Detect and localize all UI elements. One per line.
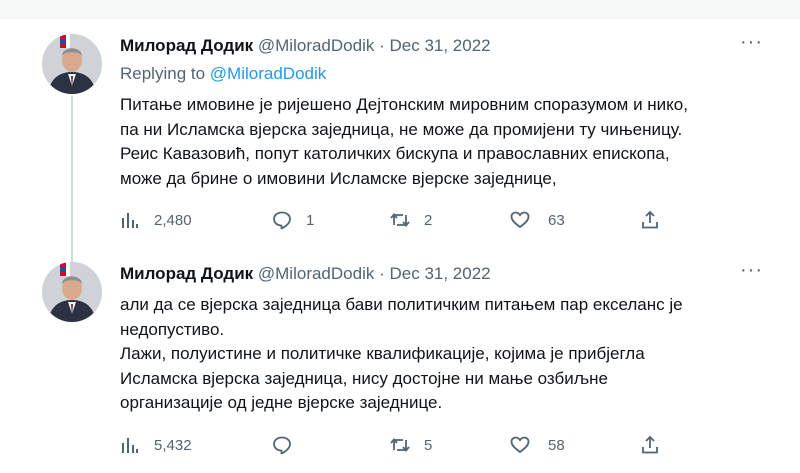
- retweet-count: 2: [424, 211, 433, 229]
- separator-dot: ·: [379, 264, 385, 283]
- share-button[interactable]: [640, 208, 660, 232]
- tweet[interactable]: Милорад Додик @MiloradDodik · Dec 31, 20…: [0, 250, 800, 473]
- reply-icon: [273, 211, 291, 230]
- retweet-button[interactable]: 2: [390, 208, 432, 232]
- reply-count: 1: [306, 211, 315, 229]
- like-button[interactable]: 63: [510, 208, 565, 232]
- tweet-text: али да се вјерска заједница бави политич…: [120, 293, 780, 416]
- previous-tweet-divider: [0, 0, 800, 19]
- tweet-text-line: Питање имовине је ријешено Дејтонским ми…: [120, 95, 688, 114]
- tweet-text-line: Реис Кавазовић, попут католичких бискупа…: [120, 144, 670, 163]
- replying-to-label: Replying to: [120, 64, 206, 83]
- tweet-actions: 5,432 5 58: [0, 433, 800, 457]
- reply-button[interactable]: 1: [272, 208, 314, 232]
- views-count: 5,432: [154, 436, 192, 454]
- more-options-button[interactable]: ···: [740, 260, 763, 280]
- tweet-text-line: па ни Исламска вјерска заједница, не мож…: [120, 119, 683, 139]
- author-name[interactable]: Милорад Додик: [120, 36, 253, 55]
- tweet-date[interactable]: Dec 31, 2022: [390, 264, 491, 283]
- tweet-actions: 2,480 1 2 63: [0, 208, 800, 232]
- tweet-text-line: организације од једне вјерске заједнице.: [120, 393, 443, 412]
- reply-icon: [273, 436, 291, 455]
- tweet-text-line: може да брине о имовини Исламске вјерске…: [120, 168, 557, 188]
- retweet-count: 5: [424, 436, 433, 454]
- separator-dot: ·: [379, 36, 385, 55]
- views-button[interactable]: 2,480: [120, 208, 192, 232]
- tweet-text: Питање имовине је ријешено Дејтонским ми…: [120, 93, 780, 191]
- tweet-text-line: али да се вјерска заједница бави политич…: [120, 295, 683, 314]
- avatar[interactable]: [42, 262, 102, 322]
- analytics-icon: [122, 213, 138, 228]
- views-button[interactable]: 5,432: [120, 433, 192, 457]
- tweet-header: Милорад Додик @MiloradDodik · Dec 31, 20…: [120, 264, 491, 284]
- retweet-icon: [390, 438, 410, 452]
- retweet-icon: [390, 213, 410, 227]
- avatar-photo: [42, 34, 102, 94]
- reply-button[interactable]: [272, 433, 306, 457]
- tweet-text-line: Исламска вјерска заједница, нису достојн…: [120, 368, 608, 388]
- tweet[interactable]: Милорад Додик @MiloradDodik · Dec 31, 20…: [0, 18, 800, 268]
- author-handle[interactable]: @MiloradDodik: [258, 36, 374, 55]
- author-name[interactable]: Милорад Додик: [120, 264, 253, 283]
- like-count: 63: [548, 211, 565, 229]
- tweet-text-line: Лажи, полуистине и политичке квалификаци…: [120, 344, 645, 363]
- retweet-button[interactable]: 5: [390, 433, 432, 457]
- replying-to-handle-link[interactable]: @MiloradDodik: [210, 64, 326, 83]
- tweet-header: Милорад Додик @MiloradDodik · Dec 31, 20…: [120, 36, 491, 56]
- like-button[interactable]: 58: [510, 433, 565, 457]
- tweet-text-line: недопустиво.: [120, 319, 225, 339]
- author-handle[interactable]: @MiloradDodik: [258, 264, 374, 283]
- more-options-button[interactable]: ···: [740, 32, 763, 52]
- analytics-icon: [122, 438, 138, 453]
- share-icon: [642, 435, 658, 454]
- like-count: 58: [548, 436, 565, 454]
- share-icon: [642, 210, 658, 229]
- replying-to: Replying to @MiloradDodik: [120, 64, 326, 84]
- share-button[interactable]: [640, 433, 660, 457]
- heart-icon: [510, 211, 530, 228]
- views-count: 2,480: [154, 211, 192, 229]
- avatar[interactable]: [42, 34, 102, 94]
- thread-line: [71, 96, 73, 268]
- heart-icon: [510, 436, 530, 453]
- tweet-date[interactable]: Dec 31, 2022: [390, 36, 491, 55]
- avatar-photo: [42, 262, 102, 322]
